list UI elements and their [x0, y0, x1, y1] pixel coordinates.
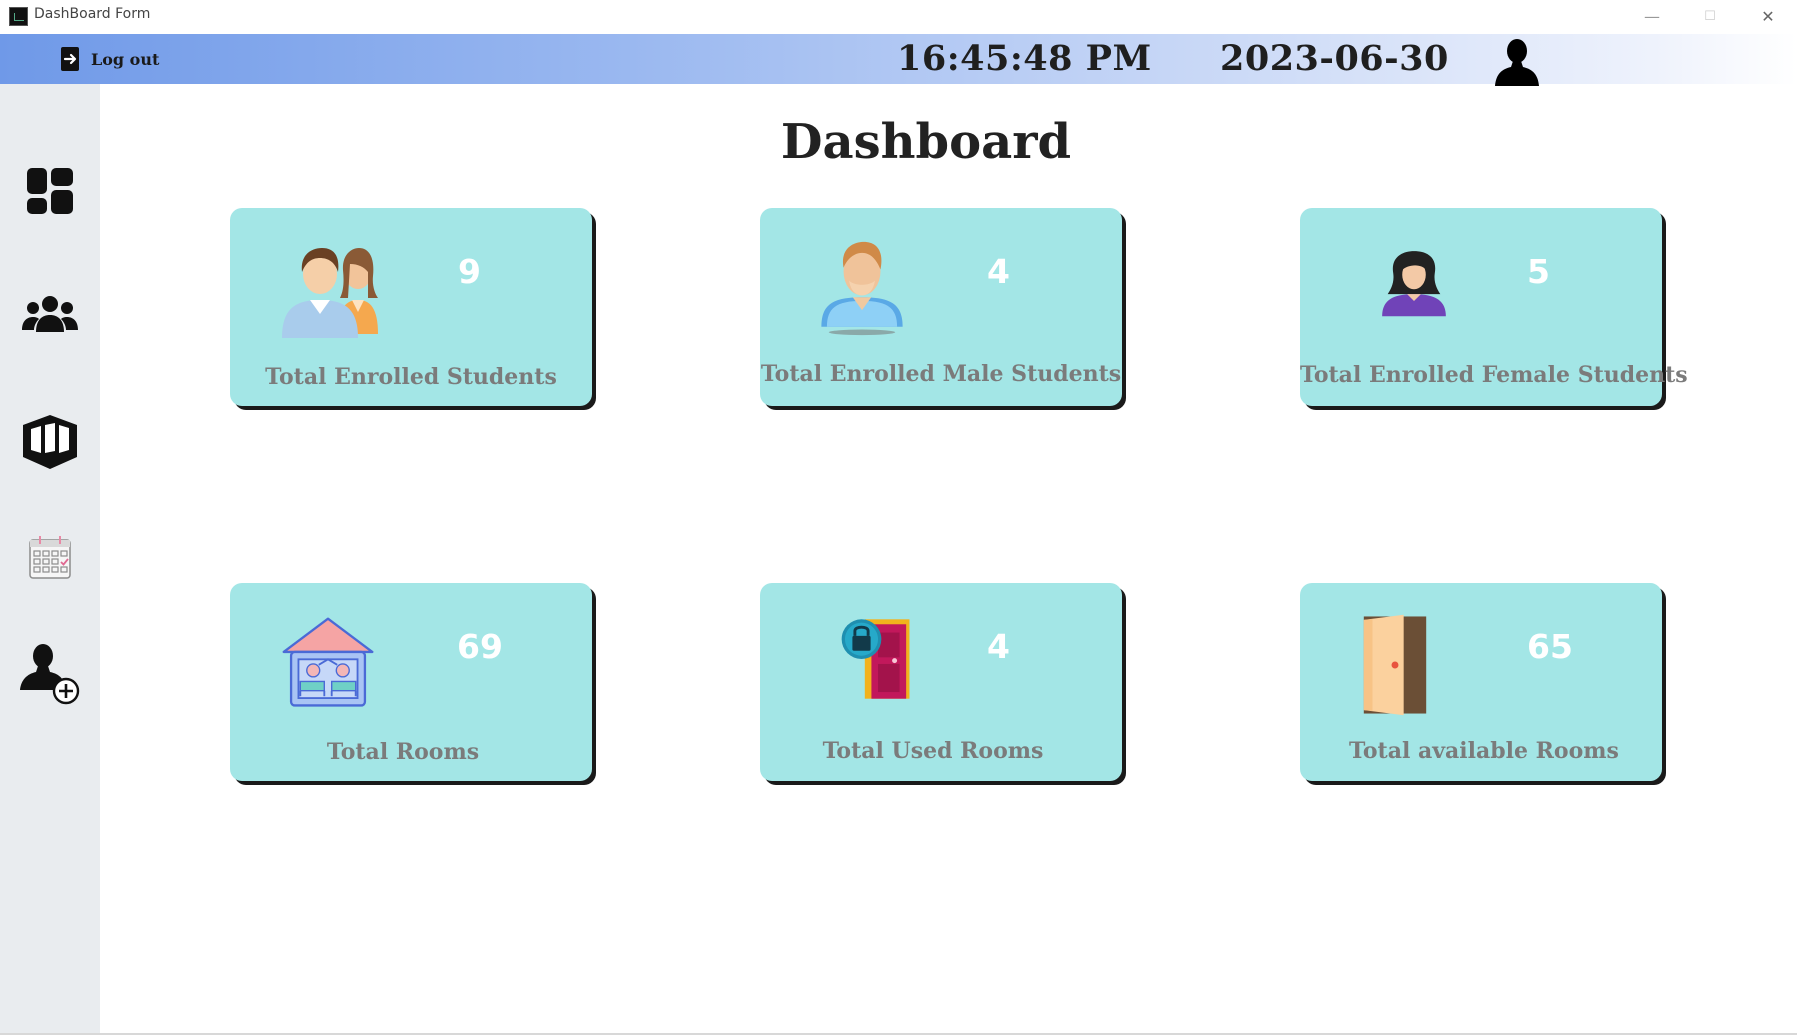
- window-title: DashBoard Form: [34, 6, 151, 22]
- card-male-students[interactable]: 4 Total Enrolled Male Students: [760, 208, 1122, 406]
- logout-label: Log out: [91, 49, 160, 69]
- card-total-students[interactable]: 9 Total Enrolled Students: [230, 208, 592, 406]
- window-title-bar: DashBoard Form — ☐ ✕: [0, 0, 1797, 34]
- card-count: 5: [1527, 252, 1550, 291]
- card-count: 69: [457, 627, 503, 666]
- dashboard-grid-icon: [27, 168, 73, 214]
- dorm-house-icon: [282, 617, 374, 707]
- logout-icon: [61, 47, 79, 71]
- current-date: 2023-06-30: [1220, 38, 1449, 79]
- female-student-icon: [1382, 251, 1446, 317]
- card-label: Total Rooms: [326, 739, 480, 765]
- sidebar-item-dashboard[interactable]: [15, 156, 85, 226]
- card-available-rooms[interactable]: 65 Total available Rooms: [1300, 583, 1662, 781]
- sidebar-item-rooms[interactable]: [15, 407, 85, 477]
- sidebar: [0, 84, 100, 1035]
- card-count: 9: [458, 252, 481, 291]
- maximize-button[interactable]: ☐: [1681, 0, 1739, 32]
- calendar-icon: [29, 536, 71, 579]
- close-button[interactable]: ✕: [1739, 0, 1797, 32]
- open-door-icon: [1363, 614, 1427, 716]
- card-count: 4: [987, 627, 1010, 666]
- page-title: Dashboard: [780, 114, 1072, 170]
- app-icon: [9, 7, 28, 26]
- card-label: Total Used Rooms: [822, 738, 1044, 764]
- card-female-students[interactable]: 5 Total Enrolled Female Students: [1300, 208, 1688, 406]
- male-student-icon: [821, 241, 903, 336]
- sidebar-item-calendar[interactable]: [15, 522, 85, 592]
- card-label: Total Enrolled Students: [265, 364, 557, 390]
- users-group-icon: [22, 296, 78, 332]
- add-user-icon: [20, 644, 80, 705]
- minimize-button[interactable]: —: [1623, 0, 1681, 32]
- card-total-rooms[interactable]: 69 Total Rooms: [230, 583, 592, 781]
- card-count: 65: [1527, 627, 1573, 666]
- user-silhouette-icon[interactable]: [1492, 36, 1542, 86]
- sidebar-item-students[interactable]: [15, 279, 85, 349]
- logout-button[interactable]: Log out: [60, 44, 159, 74]
- card-count: 4: [987, 252, 1010, 291]
- card-label: Total Enrolled Male Students: [760, 361, 1122, 387]
- room-box-icon: [23, 415, 77, 469]
- students-pair-icon: [282, 248, 378, 338]
- card-used-rooms[interactable]: 4 Total Used Rooms: [760, 583, 1122, 781]
- card-label: Total Enrolled Female Students: [1300, 362, 1688, 388]
- sidebar-item-add-user[interactable]: [15, 639, 85, 709]
- card-label: Total available Rooms: [1349, 738, 1619, 764]
- locked-door-icon: [841, 619, 910, 699]
- header-bar: Log out 16:45:48 PM 2023-06-30: [0, 34, 1797, 86]
- clock-time: 16:45:48 PM: [897, 38, 1152, 79]
